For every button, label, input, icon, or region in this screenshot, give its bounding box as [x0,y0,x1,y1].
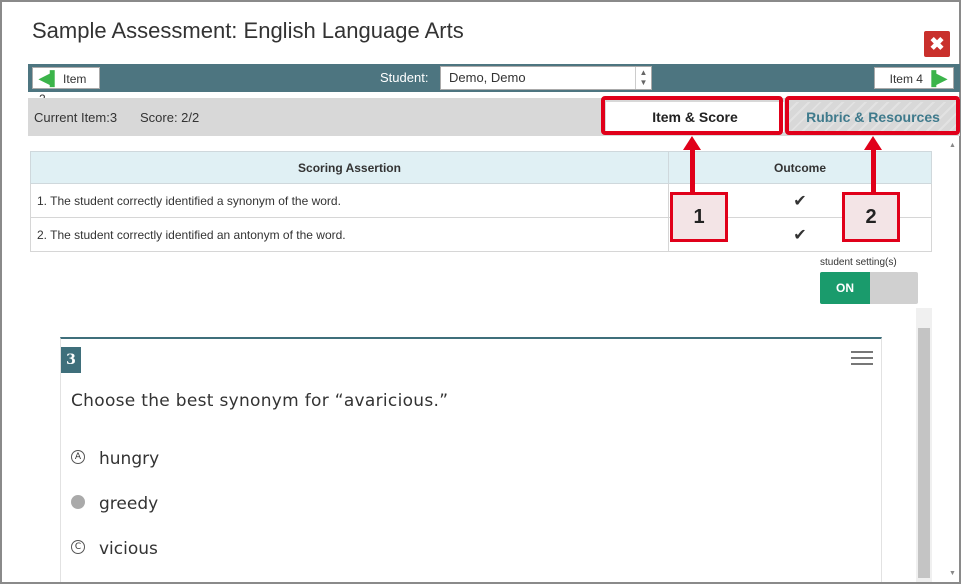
previous-item-button[interactable]: ◀▌ Item 2 [32,67,100,106]
option-text: vicious [99,539,158,559]
dialog-frame: Sample Assessment: English Language Arts… [0,0,961,584]
option-text: greedy [99,494,159,514]
arrow-left-icon: ◀▌ [39,70,60,86]
callout-highlight-2 [785,96,960,135]
close-button[interactable]: ✖ [924,31,950,57]
column-header: Outcome [668,151,932,184]
current-item-text: Current Item:3 [34,110,118,125]
table-row: 2. The student correctly identified an a… [30,217,932,252]
select-spinner-icon: ▲ ▼ [635,67,651,89]
student-select-value: Demo, Demo [449,70,526,85]
score-text: Score: 2/2 [140,110,200,125]
callout-label-1: 1 [670,192,728,242]
next-item-label: Item 4 [889,72,923,86]
option-marker-selected [71,495,85,509]
table-row: 1. The student correctly identified a sy… [30,183,932,218]
item-card: 3 Choose the best synonym for “avariciou… [60,337,882,582]
student-setting-label: student setting(s) [820,257,897,268]
next-item-button[interactable]: Item 4 ▐▶ [874,67,954,89]
assertion-cell: 2. The student correctly identified an a… [30,217,669,252]
hamburger-menu-icon[interactable] [851,351,873,365]
callout-highlight-1 [601,96,783,135]
answer-option[interactable]: greedy [71,492,158,516]
item-navigation-bar: ◀▌ Item 2 Student: Demo, Demo ▲▼ Item 4 … [28,64,960,106]
toggle-on-label: ON [820,272,870,304]
answer-option[interactable]: Cvicious [71,537,158,561]
student-label: Student: [380,70,429,85]
close-icon: ✖ [929,34,945,54]
student-setting-toggle[interactable]: ON [820,272,918,304]
answer-option[interactable]: Ahungry [71,447,159,471]
callout-arrow-2-line [871,148,876,194]
arrow-right-icon: ▐▶ [926,70,947,86]
student-select[interactable]: Demo, Demo ▲ ▼ [440,66,652,90]
callout-arrow-1-line [690,148,695,194]
scroll-up-icon[interactable]: ▲ [949,142,956,149]
item-scrollbar[interactable] [916,308,932,582]
option-marker: A [71,450,85,464]
dialog-title: Sample Assessment: English Language Arts [32,18,464,43]
question-text: Choose the best synonym for “avaricious.… [71,391,449,411]
title-bar: Sample Assessment: English Language Arts… [4,4,959,62]
page-scrollbar[interactable]: ▲ ▼ [947,142,959,582]
table-header-row: Scoring Assertion Outcome [30,151,932,184]
scoring-table: Scoring Assertion Outcome 1. The student… [30,151,932,252]
item-number-badge: 3 [61,347,81,373]
item-scrollbar-thumb[interactable] [918,328,930,578]
option-marker: C [71,540,85,554]
option-text: hungry [99,449,160,469]
assertion-cell: 1. The student correctly identified a sy… [30,183,669,218]
scroll-down-icon[interactable]: ▼ [949,570,956,577]
callout-label-2: 2 [842,192,900,242]
column-header: Scoring Assertion [30,151,669,184]
